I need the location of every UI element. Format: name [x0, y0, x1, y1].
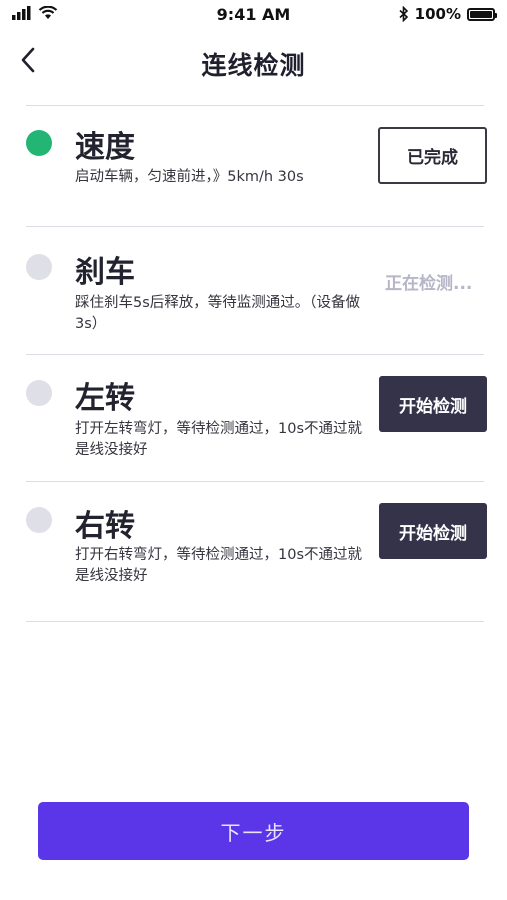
- bluetooth-icon: [399, 6, 408, 22]
- item-description: 打开右转弯灯，等待检测通过，10s不通过就是线没接好: [75, 547, 363, 584]
- completed-button[interactable]: 已完成: [378, 127, 487, 184]
- check-item-right-turn: 右转 打开右转弯灯，等待检测通过，10s不通过就是线没接好 开始检测: [0, 482, 507, 622]
- status-dot-pending: [26, 507, 52, 533]
- status-right: 100%: [399, 5, 497, 23]
- item-description: 启动车辆，匀速前进，》5km/h 30s: [75, 169, 304, 185]
- check-item-left-turn: 左转 打开左转弯灯，等待检测通过，10s不通过就是线没接好 开始检测: [0, 355, 507, 481]
- item-title: 刹车: [75, 255, 135, 290]
- status-dot-pending: [26, 380, 52, 406]
- item-title: 速度: [75, 130, 135, 165]
- status-dot-pending: [26, 254, 52, 280]
- status-bar: 9:41 AM 100%: [0, 0, 507, 30]
- item-description: 踩住刹车5s后释放，等待监测通过。（设备做3s）: [75, 295, 361, 332]
- start-check-button[interactable]: 开始检测: [379, 376, 487, 432]
- item-title: 左转: [75, 381, 135, 416]
- item-title: 右转: [75, 509, 135, 544]
- check-item-speed: 速度 启动车辆，匀速前进，》5km/h 30s 已完成: [0, 106, 507, 226]
- item-description: 打开左转弯灯，等待检测通过，10s不通过就是线没接好: [75, 421, 363, 458]
- page-title: 连线检测: [201, 51, 306, 80]
- next-step-button[interactable]: 下一步: [38, 802, 469, 860]
- divider: [26, 621, 484, 622]
- status-dot-done: [26, 130, 52, 156]
- nav-bar: 连线检测: [0, 36, 507, 88]
- checking-status: 正在检测...: [385, 274, 473, 294]
- start-check-button[interactable]: 开始检测: [379, 503, 487, 559]
- battery-percent: 100%: [414, 5, 461, 23]
- check-item-brake: 刹车 踩住刹车5s后释放，等待监测通过。（设备做3s） 正在检测...: [0, 227, 507, 354]
- battery-icon: [467, 7, 497, 21]
